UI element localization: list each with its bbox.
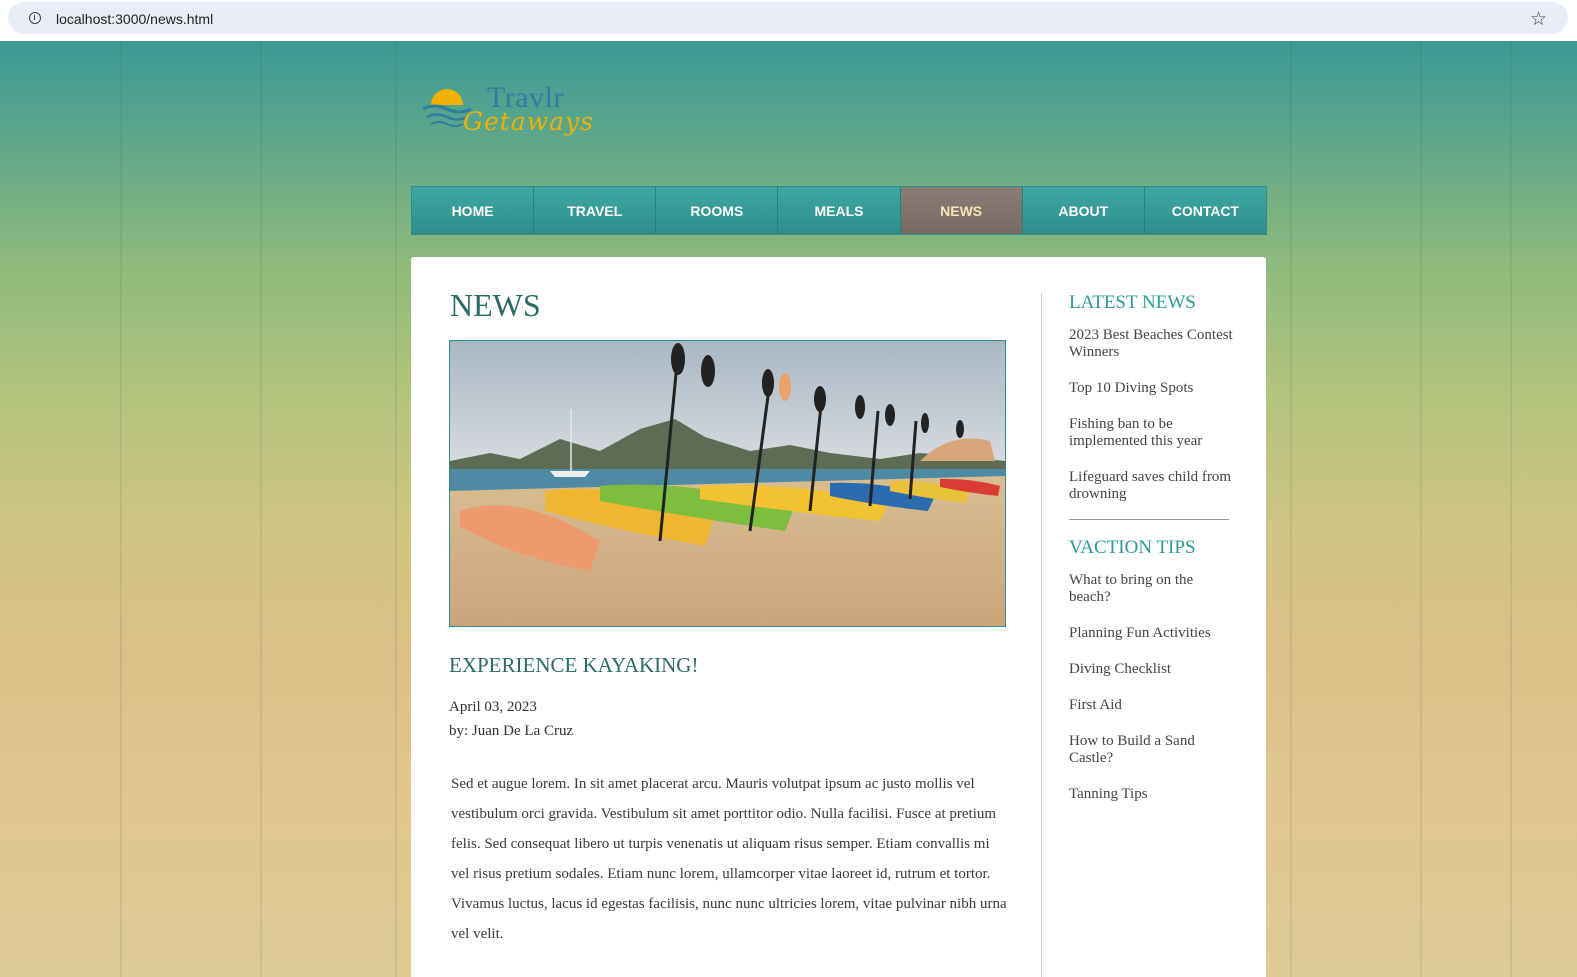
nav-item-home[interactable]: HOME <box>412 187 535 234</box>
nav-item-about[interactable]: ABOUT <box>1022 187 1145 234</box>
logo-text-getaways: Getaways <box>463 107 594 136</box>
article-title: EXPERIENCE KAYAKING! <box>449 653 699 677</box>
latest-news-heading: LATEST NEWS <box>1069 292 1196 313</box>
article-author: by: Juan De La Cruz <box>449 723 574 739</box>
vacation-tips-heading: VACTION TIPS <box>1069 537 1196 558</box>
main-navigation: HOME TRAVEL ROOMS MEALS NEWS ABOUT CONTA… <box>411 186 1267 235</box>
page-background: Travlr Getaways HOME TRAVEL ROOMS MEALS … <box>0 41 1577 977</box>
column-divider <box>1041 293 1042 977</box>
nav-item-travel[interactable]: TRAVEL <box>534 187 657 234</box>
page-title: NEWS <box>450 287 541 323</box>
nav-item-contact[interactable]: CONTACT <box>1144 187 1266 234</box>
article-date: April 03, 2023 <box>449 699 537 715</box>
vacation-tips-list: What to bring on the beach? Planning Fun… <box>1069 572 1234 822</box>
tips-link[interactable]: Planning Fun Activities <box>1069 625 1234 642</box>
article-hero-image <box>449 340 1006 627</box>
tips-link[interactable]: Diving Checklist <box>1069 661 1234 678</box>
latest-news-link[interactable]: Fishing ban to be implemented this year <box>1069 416 1234 450</box>
browser-toolbar: localhost:3000/news.html ☆ <box>0 0 1577 41</box>
tips-link[interactable]: First Aid <box>1069 697 1234 714</box>
address-bar[interactable]: localhost:3000/news.html ☆ <box>8 2 1568 34</box>
article-meta: April 03, 2023 by: Juan De La Cruz <box>449 695 573 743</box>
tips-link[interactable]: What to bring on the beach? <box>1069 572 1234 606</box>
content-card: NEWS EXPERIENCE KAYAKING! April 03, 2023… <box>411 257 1266 977</box>
nav-item-meals[interactable]: MEALS <box>778 187 901 234</box>
bookmark-star-icon[interactable]: ☆ <box>1530 9 1550 29</box>
site-logo[interactable]: Travlr Getaways <box>421 81 611 141</box>
latest-news-link[interactable]: Lifeguard saves child from drowning <box>1069 469 1234 503</box>
latest-news-list: 2023 Best Beaches Contest Winners Top 10… <box>1069 327 1234 522</box>
latest-news-link[interactable]: Top 10 Diving Spots <box>1069 380 1234 397</box>
nav-item-rooms[interactable]: ROOMS <box>656 187 779 234</box>
nav-item-news[interactable]: NEWS <box>900 187 1023 234</box>
site-info-icon[interactable] <box>29 12 41 24</box>
latest-news-link[interactable]: 2023 Best Beaches Contest Winners <box>1069 327 1234 361</box>
tips-link[interactable]: Tanning Tips <box>1069 786 1234 803</box>
tips-link[interactable]: How to Build a Sand Castle? <box>1069 733 1234 767</box>
article-body: Sed et augue lorem. In sit amet placerat… <box>451 776 1007 942</box>
url-text[interactable]: localhost:3000/news.html <box>56 11 213 27</box>
sidebar-separator <box>1069 519 1229 520</box>
